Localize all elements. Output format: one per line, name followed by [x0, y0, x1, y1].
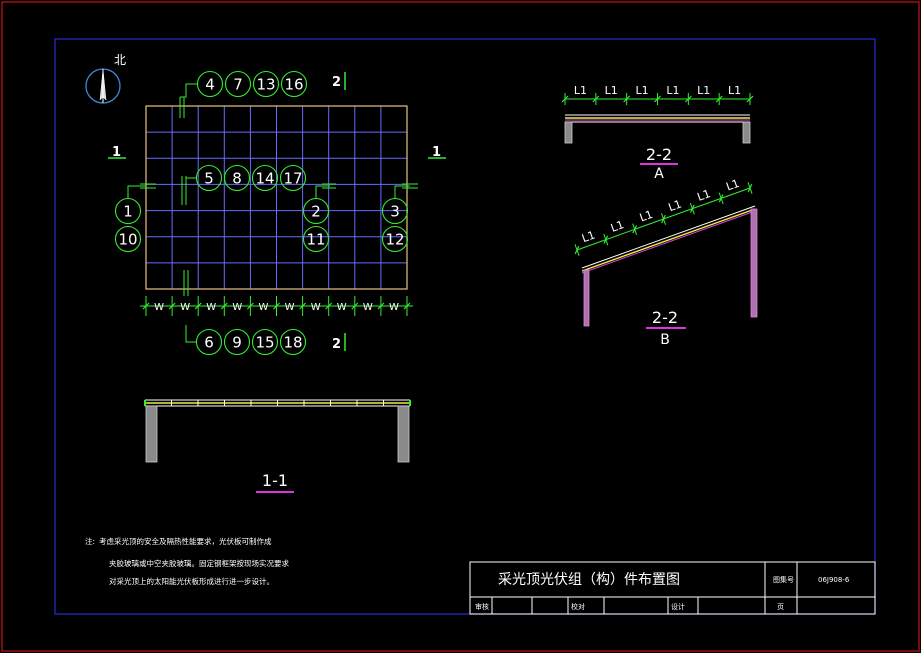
section-2-2-a-label: 2-2 [646, 145, 672, 164]
w-dimension-label: W [206, 302, 216, 313]
w-dimension-label: W [363, 302, 373, 313]
callout-number: 18 [283, 334, 302, 352]
callout-number: 7 [233, 76, 243, 94]
callout-number: 9 [232, 334, 242, 352]
section-2-2-a-sub: A [654, 166, 664, 182]
callout-number: 8 [232, 170, 242, 188]
dimension-label: L1 [636, 84, 649, 97]
w-dimension-label: W [389, 302, 399, 313]
callout-number: 16 [284, 76, 303, 94]
dimension-label: L1 [574, 84, 587, 97]
atlas-label: 图集号 [773, 575, 794, 584]
dimension-label: L1 [605, 84, 618, 97]
drawing-title: 采光顶光伏组（构）件布置图 [498, 572, 680, 588]
atlas-number: 06J908-6 [818, 576, 850, 584]
callout-number: 11 [306, 231, 325, 249]
north-label: 北 [114, 53, 126, 67]
w-dimension-label: W [311, 302, 321, 313]
callout-number: 6 [204, 334, 214, 352]
dimension-label: L1 [666, 84, 679, 97]
svg-text:2: 2 [332, 75, 341, 90]
callout-number: 15 [255, 334, 274, 352]
design-label: 设计 [671, 602, 685, 611]
callout-number: 2 [311, 203, 321, 221]
section-1-1-label: 1-1 [262, 471, 288, 490]
w-dimension-label: W [232, 302, 242, 313]
sheet-background [0, 0, 921, 653]
callout-number: 5 [204, 170, 214, 188]
w-dimension-label: W [259, 302, 269, 313]
section-2-2-b-sub: B [660, 332, 670, 348]
callout-number: 1 [123, 203, 133, 221]
notes: 注: 考虑采光顶的安全及隔热性能要求，光伏板可制作成 夹胶玻璃或中空夹胶玻璃。固… [85, 536, 289, 586]
w-dimension-label: W [154, 302, 164, 313]
notes-prefix: 注: [85, 536, 95, 546]
dimension-label: L1 [728, 84, 741, 97]
w-dimension-label: W [337, 302, 347, 313]
dimension-label: L1 [697, 84, 710, 97]
callout-number: 17 [283, 170, 302, 188]
callout-number: 14 [255, 170, 274, 188]
section-2-2-b-label: 2-2 [652, 308, 678, 327]
drawing-sheet: 北 W W W W W W W W W W 4 7 13 16 5 8 14 17 6 9 15 18 1 10 2 11 3 12… [0, 0, 921, 653]
notes-line-3: 对采光顶上的太阳能光伏板形成进行进一步设计。 [109, 576, 274, 586]
w-dimension-label: W [285, 302, 295, 313]
svg-text:2: 2 [332, 337, 341, 352]
check-label: 校对 [571, 602, 585, 611]
review-label: 审核 [475, 602, 489, 611]
callout-number: 13 [256, 76, 275, 94]
notes-line-2: 夹胶玻璃或中空夹胶玻璃。固定钢框架按现场实况要求 [109, 558, 289, 568]
page-label: 页 [777, 603, 784, 611]
w-dimension-label: W [180, 302, 190, 313]
callout-number: 4 [205, 76, 215, 94]
callout-number: 10 [118, 231, 137, 249]
callout-number: 12 [385, 231, 404, 249]
callout-number: 3 [390, 203, 400, 221]
notes-line-1: 考虑采光顶的安全及隔热性能要求，光伏板可制作成 [99, 536, 272, 546]
